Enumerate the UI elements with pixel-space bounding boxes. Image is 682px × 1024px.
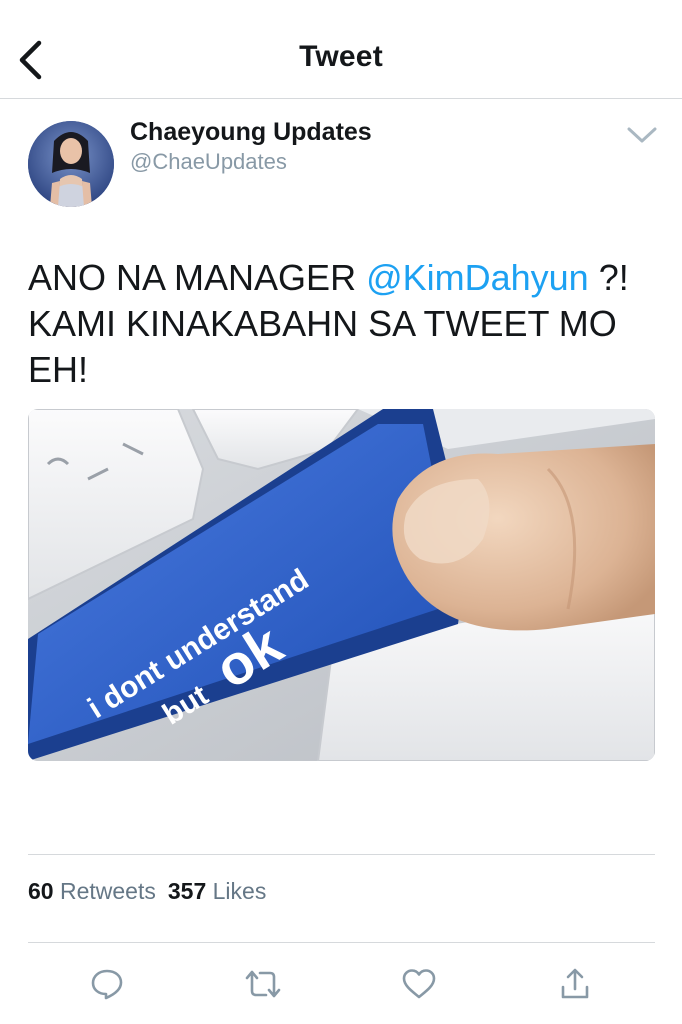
meme-image: i dont understand but ok: [28, 409, 655, 761]
heart-icon: [402, 969, 436, 999]
tweet-stats: 60 Retweets 357 Likes: [28, 878, 266, 905]
tweet-text-start: ANO NA MANAGER: [28, 257, 367, 298]
retweets-count: 60: [28, 878, 54, 904]
likes-link[interactable]: 357 Likes: [168, 878, 266, 904]
avatar[interactable]: [28, 121, 114, 207]
retweet-icon: [245, 970, 281, 998]
chevron-down-icon: [627, 127, 657, 143]
share-icon: [561, 968, 589, 999]
reply-button[interactable]: [87, 964, 127, 1004]
likes-label: Likes: [212, 878, 267, 904]
reply-icon: [91, 969, 123, 1000]
author-handle[interactable]: @ChaeUpdates: [130, 149, 287, 175]
like-button[interactable]: [399, 964, 439, 1004]
tweet-media-image[interactable]: i dont understand but ok: [28, 409, 655, 761]
retweet-button[interactable]: [243, 964, 283, 1004]
share-button[interactable]: [555, 964, 595, 1004]
likes-count: 357: [167, 878, 207, 904]
top-bar: Tweet: [0, 0, 682, 99]
page-title: Tweet: [299, 40, 383, 73]
more-options-button[interactable]: [623, 120, 661, 150]
avatar-image: [28, 121, 114, 207]
retweets-link[interactable]: 60 Retweets: [28, 878, 156, 904]
divider-bottom: [28, 942, 655, 943]
divider-top: [28, 854, 655, 855]
author-name[interactable]: Chaeyoung Updates: [130, 118, 372, 147]
retweets-label: Retweets: [59, 878, 156, 904]
mention-link[interactable]: @KimDahyun: [366, 257, 589, 298]
tweet-text: ANO NA MANAGER @KimDahyun ?! KAMI KINAKA…: [28, 255, 658, 393]
